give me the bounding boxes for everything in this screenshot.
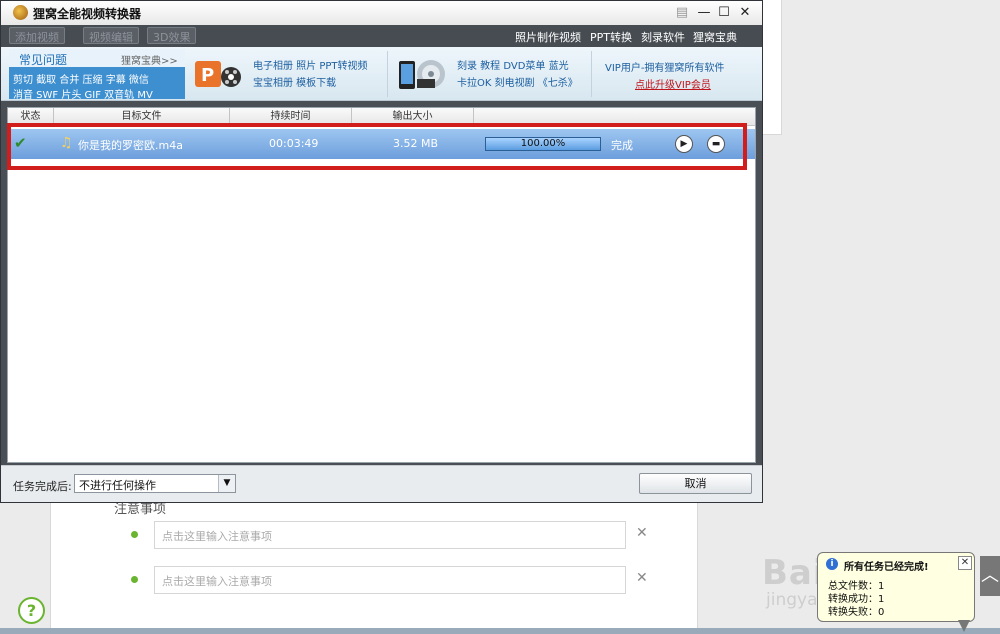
burn-software-link[interactable]: 刻录软件 [641, 29, 685, 45]
highlight-box [7, 123, 747, 170]
promo-banner: 常见问题 狸窝宝典>> 剪切 截取 合并 压缩 字幕 微信 消音 SWF 片头 … [1, 47, 762, 101]
dvd-burn-icon[interactable] [397, 55, 449, 93]
title-bar[interactable]: 狸窝全能视频转换器 ▤ — ☐ ✕ [1, 1, 762, 25]
info-icon: i [826, 558, 838, 570]
note-input[interactable]: 点击这里输入注意事项 [154, 521, 626, 549]
after-complete-value: 不进行任何操作 [79, 479, 156, 492]
close-button[interactable]: ✕ [736, 4, 754, 22]
background-side-panel [762, 0, 782, 135]
ppt-to-video-icon[interactable]: P [193, 57, 243, 91]
minimize-button[interactable]: — [695, 4, 713, 22]
liwo-guide-link[interactable]: 狸窝宝典 [693, 29, 737, 45]
photo-video-link[interactable]: 照片制作视频 [515, 29, 581, 45]
faq-links-row2[interactable]: 消音 SWF 片头 GIF 双音轨 MV [13, 86, 153, 101]
cancel-button[interactable]: 取消 [639, 473, 752, 494]
edit-video-button[interactable]: 视频编辑 [83, 27, 139, 44]
notification-tail [958, 620, 970, 632]
faq-links-row1[interactable]: 剪切 截取 合并 压缩 字幕 微信 [13, 71, 149, 86]
menu-icon[interactable]: ▤ [673, 4, 691, 22]
help-icon[interactable]: ? [18, 597, 45, 624]
note-bullet-icon [131, 576, 138, 583]
faq-more-link[interactable]: 狸窝宝典>> [121, 52, 178, 67]
note-row: 点击这里输入注意事项 ✕ [0, 566, 700, 596]
failure-count-text: 转换失败：0 [828, 607, 885, 618]
vip-upgrade-link[interactable]: 点此升级VIP会员 [635, 76, 711, 91]
3d-effect-button[interactable]: 3D效果 [147, 27, 197, 44]
notification-close-icon[interactable]: ✕ [958, 556, 972, 570]
completion-notification: i 所有任务已经完成! ✕ 总文件数：1 转换成功：1 转换失败：0 [817, 552, 975, 622]
scroll-top-button[interactable]: ︿ [980, 556, 1000, 596]
vip-text: VIP用户-拥有狸窝所有软件 [605, 63, 725, 74]
promo-baby-album-link[interactable]: 宝宝相册 模板下载 [253, 74, 336, 89]
window-title: 狸窝全能视频转换器 [33, 7, 142, 21]
chevron-down-icon[interactable]: ▼ [218, 475, 235, 492]
promo-burn-link[interactable]: 刻录 教程 DVD菜单 蓝光 [457, 57, 569, 72]
note-bullet-icon [131, 531, 138, 538]
notification-title: 所有任务已经完成! [844, 562, 929, 573]
app-window: 狸窝全能视频转换器 ▤ — ☐ ✕ 添加视频 视频编辑 3D效果 照片制作视频 … [0, 0, 763, 503]
page-bottom-border [0, 628, 1000, 634]
note-row: 点击这里输入注意事项 ✕ [0, 521, 700, 551]
faq-panel: 常见问题 狸窝宝典>> 剪切 截取 合并 压缩 字幕 微信 消音 SWF 片头 … [9, 49, 185, 101]
ppt-convert-link[interactable]: PPT转换 [590, 29, 632, 45]
footer-bar: 任务完成后: 不进行任何操作 ▼ 取消 [1, 465, 762, 502]
toolbar: 添加视频 视频编辑 3D效果 照片制作视频 PPT转换 刻录软件 狸窝宝典 [1, 25, 762, 47]
app-logo-icon [13, 5, 28, 20]
add-video-button[interactable]: 添加视频 [9, 27, 65, 44]
note-delete-icon[interactable]: ✕ [636, 525, 648, 541]
promo-photo-album-link[interactable]: 电子相册 照片 PPT转视频 [253, 57, 368, 72]
note-delete-icon[interactable]: ✕ [636, 570, 648, 586]
promo-karaoke-link[interactable]: 卡拉OK 刻电视剧 《七杀》 [457, 74, 578, 89]
after-complete-label: 任务完成后: [13, 480, 72, 493]
after-complete-select[interactable]: 不进行任何操作 ▼ [74, 474, 236, 493]
faq-title: 常见问题 [19, 53, 68, 67]
note-input[interactable]: 点击这里输入注意事项 [154, 566, 626, 594]
maximize-button[interactable]: ☐ [715, 4, 733, 22]
svg-text:P: P [201, 65, 214, 86]
